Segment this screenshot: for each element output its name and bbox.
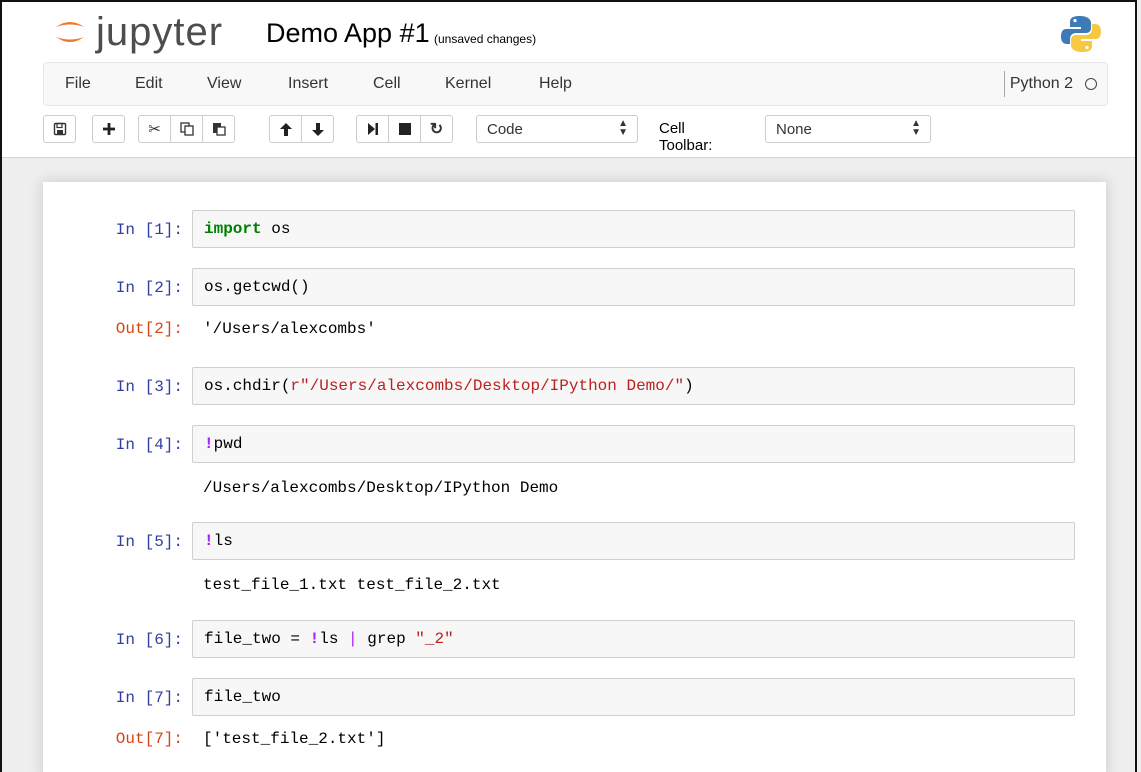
save-status: (unsaved changes) xyxy=(434,32,537,46)
cell-toolbar-value: None xyxy=(776,121,812,138)
code-text: ) xyxy=(684,377,694,395)
notebook-container: In [1]: import os In [2]: os.getcwd() Ou… xyxy=(43,182,1106,772)
kernel-idle-icon xyxy=(1085,78,1097,90)
stop-icon xyxy=(398,123,411,135)
code-input[interactable]: os.getcwd() xyxy=(192,268,1075,306)
notebook-header: jupyter Demo App #1 (unsaved changes) Fi… xyxy=(2,2,1135,158)
input-prompt: In [5]: xyxy=(115,533,183,551)
cell-output: '/Users/alexcombs' xyxy=(203,320,376,338)
jupyter-logo-text: jupyter xyxy=(96,10,224,54)
input-prompt: In [7]: xyxy=(115,689,183,707)
jupyter-orbit-icon xyxy=(56,22,84,42)
shell-bang: ! xyxy=(309,630,320,648)
input-prompt: In [4]: xyxy=(115,436,183,454)
notebook-name[interactable]: Demo App #1 xyxy=(266,18,430,49)
copy-button[interactable] xyxy=(170,115,203,143)
code-input[interactable]: file_two = !ls | grep "_2" xyxy=(192,620,1075,658)
edit-group: ✂ xyxy=(138,115,235,143)
pipe-operator: | xyxy=(348,630,358,648)
browser-frame: jupyter Demo App #1 (unsaved changes) Fi… xyxy=(0,0,1137,772)
refresh-icon: ↻ xyxy=(429,121,444,138)
floppy-icon xyxy=(53,122,66,136)
arrow-up-icon xyxy=(279,122,292,136)
save-button[interactable] xyxy=(43,115,76,143)
paste-button[interactable] xyxy=(202,115,235,143)
move-group xyxy=(269,115,334,143)
restart-button[interactable]: ↻ xyxy=(420,115,453,143)
input-prompt: In [3]: xyxy=(115,378,183,396)
code-text: file_two = xyxy=(204,630,310,648)
save-group xyxy=(43,115,76,143)
cell-output: ['test_file_2.txt'] xyxy=(203,730,386,748)
select-arrows-icon: ▲ ▼ xyxy=(618,118,628,138)
cell-type-value: Code xyxy=(487,121,523,138)
menu-kernel[interactable]: Kernel xyxy=(445,75,491,93)
cell-toolbar-select[interactable]: None ▲ ▼ xyxy=(765,115,931,143)
scissors-icon: ✂ xyxy=(148,121,161,138)
shell-bang: ! xyxy=(204,435,214,453)
code-text: os.chdir( xyxy=(204,377,291,395)
kernel-name: Python 2 xyxy=(1009,75,1073,92)
python-logo-icon xyxy=(1061,16,1101,52)
cut-button[interactable]: ✂ xyxy=(138,115,171,143)
input-prompt: In [1]: xyxy=(115,221,183,239)
keyword: import xyxy=(204,220,262,238)
run-button[interactable] xyxy=(356,115,389,143)
step-forward-icon xyxy=(367,123,378,135)
code-text: pwd xyxy=(213,435,243,453)
output-prompt: Out[2]: xyxy=(115,320,183,338)
interrupt-button[interactable] xyxy=(388,115,421,143)
jupyter-logo[interactable]: jupyter xyxy=(52,10,223,54)
move-down-button[interactable] xyxy=(301,115,334,143)
output-prompt: Out[7]: xyxy=(115,730,183,748)
menu-view[interactable]: View xyxy=(207,75,241,93)
code-text: grep xyxy=(357,630,416,648)
cell-type-select[interactable]: Code ▲ ▼ xyxy=(476,115,638,143)
cell-toolbar-label: Cell Toolbar: xyxy=(659,120,713,154)
code-text: ls xyxy=(213,532,233,550)
menu-cell[interactable]: Cell xyxy=(373,75,401,93)
code-input[interactable]: !ls xyxy=(192,522,1075,560)
menu-insert[interactable]: Insert xyxy=(288,75,328,93)
shell-bang: ! xyxy=(204,532,214,550)
menu-edit[interactable]: Edit xyxy=(135,75,163,93)
string-literal: r"/Users/alexcombs/Desktop/IPython Demo/… xyxy=(290,377,685,395)
code-input[interactable]: os.chdir(r"/Users/alexcombs/Desktop/IPyt… xyxy=(192,367,1075,405)
menu-help[interactable]: Help xyxy=(539,75,572,93)
menu-file[interactable]: File xyxy=(65,75,91,93)
code-input[interactable]: file_two xyxy=(192,678,1075,716)
menu-bar: File Edit View Insert Cell Kernel Help P… xyxy=(43,62,1108,106)
string-literal: "_2" xyxy=(415,630,454,648)
plus-icon xyxy=(102,123,115,135)
code-text: ls xyxy=(319,630,349,648)
arrow-down-icon xyxy=(311,122,324,136)
input-prompt: In [2]: xyxy=(115,279,183,297)
paste-icon xyxy=(212,123,226,136)
code-input[interactable]: !pwd xyxy=(192,425,1075,463)
run-group: ↻ xyxy=(356,115,453,143)
insert-group xyxy=(92,115,125,143)
move-up-button[interactable] xyxy=(269,115,302,143)
kernel-indicator: Python 2 xyxy=(1003,71,1097,97)
select-arrows-icon: ▲ ▼ xyxy=(911,118,921,138)
input-prompt: In [6]: xyxy=(115,631,183,649)
insert-cell-button[interactable] xyxy=(92,115,125,143)
cell-output: /Users/alexcombs/Desktop/IPython Demo xyxy=(203,479,559,497)
code-text: os xyxy=(261,220,291,238)
cell-output: test_file_1.txt test_file_2.txt xyxy=(203,576,501,594)
code-input[interactable]: import os xyxy=(192,210,1075,248)
copy-icon xyxy=(179,122,194,136)
